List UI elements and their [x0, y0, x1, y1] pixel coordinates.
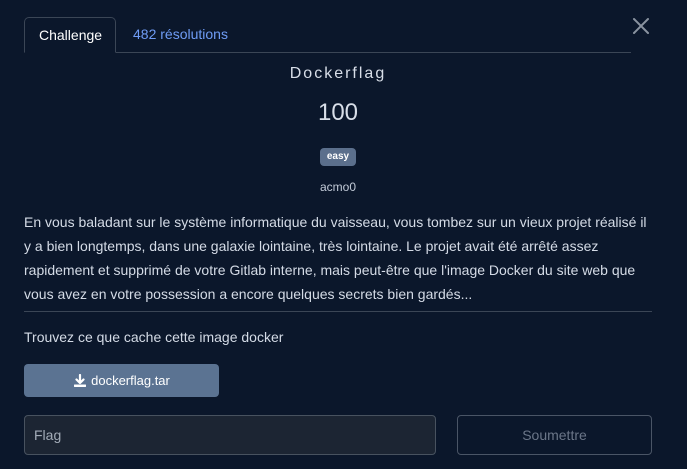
divider: [24, 311, 652, 312]
tab-challenge[interactable]: Challenge: [24, 17, 116, 53]
tab-bar: Challenge 482 résolutions: [24, 17, 631, 53]
download-file-button[interactable]: dockerflag.tar: [24, 364, 219, 397]
challenge-modal: Challenge 482 résolutions Dockerflag 100…: [0, 0, 687, 469]
download-file-label: dockerflag.tar: [91, 373, 170, 388]
flag-input[interactable]: [24, 415, 436, 455]
challenge-description: En vous baladant sur le système informat…: [24, 214, 647, 302]
close-icon[interactable]: [631, 16, 651, 36]
challenge-title: Dockerflag: [289, 65, 387, 82]
submit-button[interactable]: Soumettre: [457, 415, 652, 455]
challenge-hint: Trouvez ce que cache cette image docker: [24, 329, 284, 345]
download-icon: [73, 373, 87, 388]
difficulty-badge: easy: [319, 148, 357, 166]
tab-solves[interactable]: 482 résolutions: [119, 17, 242, 52]
badge-container: easy: [0, 146, 676, 166]
challenge-points: 100: [317, 99, 359, 126]
challenge-author: acmo0: [319, 180, 357, 194]
